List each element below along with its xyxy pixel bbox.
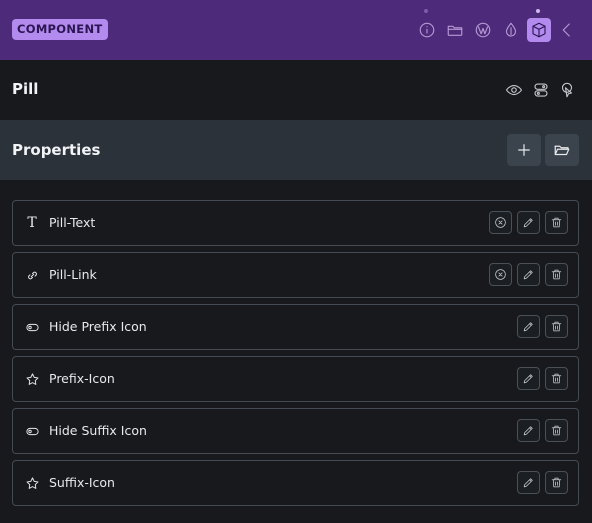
clear-button[interactable] (489, 211, 512, 234)
star-icon (23, 474, 41, 492)
drop-icon[interactable] (499, 18, 523, 42)
edit-button[interactable] (517, 263, 540, 286)
delete-button[interactable] (545, 211, 568, 234)
toggle-icon (23, 318, 41, 336)
edit-button[interactable] (517, 367, 540, 390)
open-folder-button[interactable] (545, 134, 579, 166)
text-icon: T (27, 215, 37, 231)
property-row-pill-link[interactable]: Pill-Link (12, 252, 579, 298)
edit-icon (523, 322, 533, 332)
edit-button[interactable] (517, 419, 540, 442)
trash-icon (551, 269, 562, 280)
trash-icon (551, 321, 562, 332)
edit-button[interactable] (517, 315, 540, 338)
component-badge: COMPONENT (12, 19, 108, 40)
component-header: Pill (0, 60, 592, 120)
clear-icon (495, 269, 506, 280)
property-row-hide-prefix-icon[interactable]: Hide Prefix Icon (12, 304, 579, 350)
star-icon (23, 370, 41, 388)
edit-icon (523, 478, 533, 488)
edit-icon (523, 270, 533, 280)
clear-button[interactable] (489, 263, 512, 286)
property-label: Hide Prefix Icon (49, 319, 147, 334)
property-label: Pill-Text (49, 215, 96, 230)
properties-header: Properties (0, 120, 592, 180)
folder-open-icon (554, 145, 570, 156)
edit-button[interactable] (517, 471, 540, 494)
box-icon[interactable] (527, 18, 551, 42)
edit-icon (523, 374, 533, 384)
trash-icon (551, 217, 562, 228)
trash-icon (551, 425, 562, 436)
edit-button[interactable] (517, 211, 540, 234)
edit-icon (523, 426, 533, 436)
trash-icon (551, 373, 562, 384)
property-label: Pill-Link (49, 267, 97, 282)
chevron-left-icon[interactable] (555, 18, 579, 42)
eye-icon[interactable] (504, 80, 524, 100)
toggle-icon (23, 422, 41, 440)
top-bar: COMPONENT (0, 0, 592, 60)
property-label: Hide Suffix Icon (49, 423, 147, 438)
delete-button[interactable] (545, 471, 568, 494)
property-row-suffix-icon[interactable]: Suffix-Icon (12, 460, 579, 506)
folder-icon[interactable] (443, 18, 467, 42)
delete-button[interactable] (545, 315, 568, 338)
properties-title: Properties (12, 141, 101, 159)
info-icon[interactable] (415, 18, 439, 42)
toggle-stack-icon[interactable] (531, 80, 551, 100)
property-row-pill-text[interactable]: T Pill-Text (12, 200, 579, 246)
trash-icon (551, 477, 562, 488)
add-property-button[interactable] (507, 134, 541, 166)
edit-icon (523, 218, 533, 228)
property-row-prefix-icon[interactable]: Prefix-Icon (12, 356, 579, 402)
wordpress-icon[interactable] (471, 18, 495, 42)
clear-icon (495, 217, 506, 228)
delete-button[interactable] (545, 263, 568, 286)
link-icon (23, 266, 41, 284)
property-list: T Pill-Text Pill-Link Hide Prefix Icon P… (12, 200, 579, 512)
indicator-dot (424, 9, 428, 13)
plus-icon (518, 144, 530, 156)
property-label: Prefix-Icon (49, 371, 115, 386)
delete-button[interactable] (545, 367, 568, 390)
delete-button[interactable] (545, 419, 568, 442)
pointer-icon[interactable] (557, 80, 577, 100)
active-indicator-dot (536, 9, 540, 13)
property-row-hide-suffix-icon[interactable]: Hide Suffix Icon (12, 408, 579, 454)
property-label: Suffix-Icon (49, 475, 115, 490)
component-title: Pill (12, 80, 39, 98)
